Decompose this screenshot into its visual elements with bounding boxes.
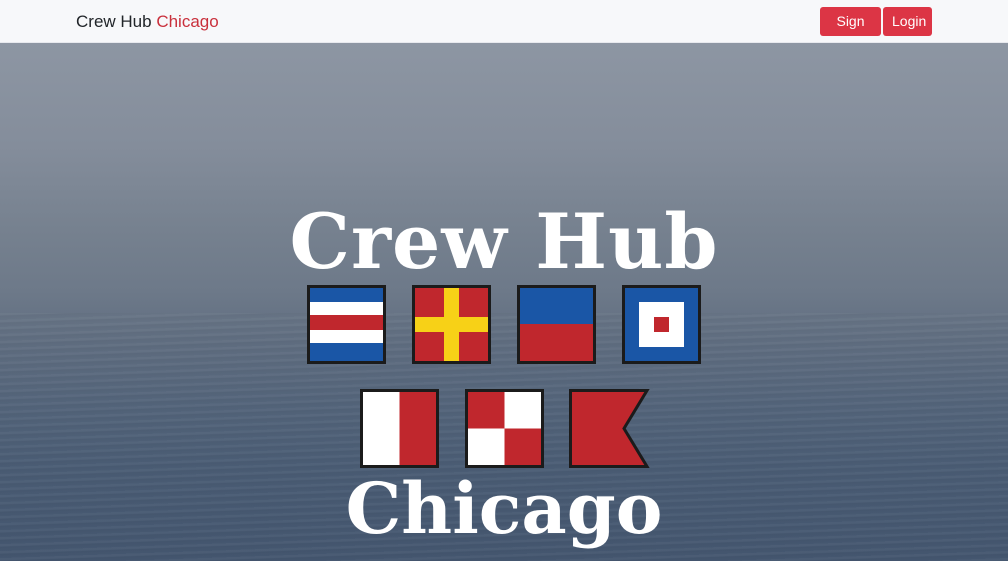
signal-flag-b-icon <box>569 389 650 468</box>
login-button[interactable]: Login <box>883 7 932 36</box>
signal-flag-e-icon <box>517 285 596 364</box>
signal-flag-w-icon <box>622 285 701 364</box>
brand-name: Crew Hub <box>76 12 152 31</box>
brand-city: Chicago <box>156 12 219 31</box>
sign-up-button[interactable]: Sign Up <box>820 7 881 58</box>
hero-banner: Crew Hub Chicago <box>0 43 1008 561</box>
hero-title: Crew Hub <box>289 197 719 286</box>
signal-flag-u-icon <box>465 389 544 468</box>
navbar: Crew Hub Chicago Sign Up Login <box>0 0 1008 58</box>
signal-flag-r-icon <box>412 285 491 364</box>
signal-flag-c-icon <box>307 285 386 364</box>
brand-logo[interactable]: Crew Hub Chicago <box>76 12 219 32</box>
signal-flag-h-icon <box>360 389 439 468</box>
hero-subtitle: Chicago <box>345 467 663 550</box>
